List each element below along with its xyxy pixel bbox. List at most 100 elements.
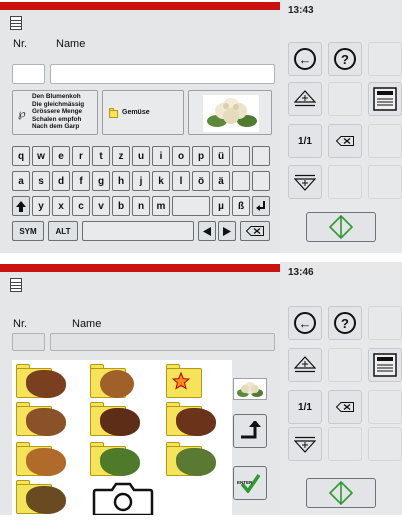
key[interactable]: g: [92, 171, 110, 191]
key[interactable]: v: [92, 196, 110, 216]
key[interactable]: h: [112, 171, 130, 191]
enter-arrow-icon: [256, 201, 265, 211]
arrow-left-icon: [203, 226, 211, 236]
key[interactable]: w: [32, 146, 50, 166]
name-input[interactable]: [50, 64, 275, 84]
page-up-button[interactable]: [288, 82, 322, 116]
key[interactable]: q: [12, 146, 30, 166]
food-image: [176, 448, 216, 476]
key-blank[interactable]: [252, 171, 270, 191]
page-up-button[interactable]: [288, 348, 322, 382]
page-down-button[interactable]: [288, 165, 322, 199]
list-view-button[interactable]: [368, 82, 402, 116]
key[interactable]: r: [72, 146, 90, 166]
key[interactable]: u: [132, 146, 150, 166]
camera-button[interactable]: [92, 482, 154, 517]
key[interactable]: l: [172, 171, 190, 191]
help-icon: ?: [334, 312, 356, 334]
image-folder-dessert[interactable]: [16, 480, 80, 516]
page-down-button[interactable]: [288, 427, 322, 461]
key[interactable]: n: [132, 196, 150, 216]
key[interactable]: a: [12, 171, 30, 191]
clock: 13:43: [288, 5, 314, 16]
page-down-icon: [294, 174, 316, 191]
key[interactable]: e: [52, 146, 70, 166]
cursor-right-key[interactable]: [218, 221, 236, 241]
category-card[interactable]: Gemüse: [102, 90, 184, 135]
key[interactable]: d: [52, 171, 70, 191]
image-folder-favorites[interactable]: [166, 364, 230, 400]
image-folder-fish[interactable]: [16, 402, 80, 438]
delete-button[interactable]: [328, 124, 362, 158]
key[interactable]: µ: [212, 196, 230, 216]
key[interactable]: j: [132, 171, 150, 191]
image-folder-grill[interactable]: [166, 402, 230, 438]
start-button[interactable]: [306, 212, 376, 242]
alt-key[interactable]: ALT: [48, 221, 78, 241]
key[interactable]: c: [72, 196, 90, 216]
help-button[interactable]: ?: [328, 306, 362, 340]
folder-icon: [109, 108, 118, 118]
image-folder-meat[interactable]: [90, 402, 154, 438]
description-card[interactable]: ℘ Den Blumenkoh Die gleichmässig Grösser…: [12, 90, 98, 135]
key[interactable]: m: [152, 196, 170, 216]
description-line: Den Blumenkoh: [32, 93, 81, 100]
key[interactable]: s: [32, 171, 50, 191]
key[interactable]: ü: [212, 146, 230, 166]
cursor-left-key[interactable]: [198, 221, 216, 241]
help-button[interactable]: ?: [328, 42, 362, 76]
key[interactable]: k: [152, 171, 170, 191]
name-label: Name: [56, 38, 86, 50]
image-card[interactable]: [188, 90, 272, 135]
key-blank[interactable]: [172, 196, 210, 216]
back-button[interactable]: ←: [288, 306, 322, 340]
selected-image-preview: [233, 378, 267, 400]
enter-key[interactable]: [252, 196, 270, 216]
image-folder-pastry[interactable]: [90, 364, 154, 400]
name-input[interactable]: [50, 333, 275, 351]
back-button[interactable]: ←: [288, 42, 322, 76]
image-folder-poultry[interactable]: [16, 442, 80, 478]
key-blank[interactable]: [252, 146, 270, 166]
space-key[interactable]: [82, 221, 194, 241]
start-button[interactable]: [306, 478, 376, 508]
image-folder-vegetables[interactable]: [90, 442, 154, 478]
image-folder-side-dishes[interactable]: [166, 442, 230, 478]
pin-icon: ℘: [18, 108, 26, 120]
image-folder-roast[interactable]: [16, 364, 80, 400]
key[interactable]: ß: [232, 196, 250, 216]
start-icon: [329, 215, 353, 239]
nr-input[interactable]: [12, 333, 45, 351]
sym-key[interactable]: SYM: [12, 221, 44, 241]
key[interactable]: t: [92, 146, 110, 166]
page-indicator: 1/1: [288, 124, 322, 158]
header-bar: [0, 2, 280, 10]
key[interactable]: y: [32, 196, 50, 216]
empty-slot: [328, 165, 362, 199]
key-blank[interactable]: [232, 146, 250, 166]
delete-button[interactable]: [328, 390, 362, 424]
key[interactable]: ä: [212, 171, 230, 191]
key[interactable]: f: [72, 171, 90, 191]
key[interactable]: b: [112, 196, 130, 216]
key[interactable]: p: [192, 146, 210, 166]
arrow-right-icon: [223, 226, 231, 236]
list-view-button[interactable]: [368, 348, 402, 382]
shift-key[interactable]: [12, 196, 30, 216]
key-blank[interactable]: [232, 171, 250, 191]
food-image: [26, 486, 66, 514]
enter-button[interactable]: ENTER: [233, 466, 267, 500]
header-bar: [0, 264, 280, 272]
empty-slot: [328, 82, 362, 116]
key[interactable]: z: [112, 146, 130, 166]
key[interactable]: ö: [192, 171, 210, 191]
page-indicator: 1/1: [288, 390, 322, 424]
camera-icon: [92, 482, 154, 517]
key[interactable]: o: [172, 146, 190, 166]
key[interactable]: x: [52, 196, 70, 216]
backspace-key[interactable]: [240, 221, 270, 241]
return-button[interactable]: [233, 414, 267, 448]
key[interactable]: i: [152, 146, 170, 166]
nr-input[interactable]: [12, 64, 45, 84]
name-label: Name: [72, 318, 102, 330]
